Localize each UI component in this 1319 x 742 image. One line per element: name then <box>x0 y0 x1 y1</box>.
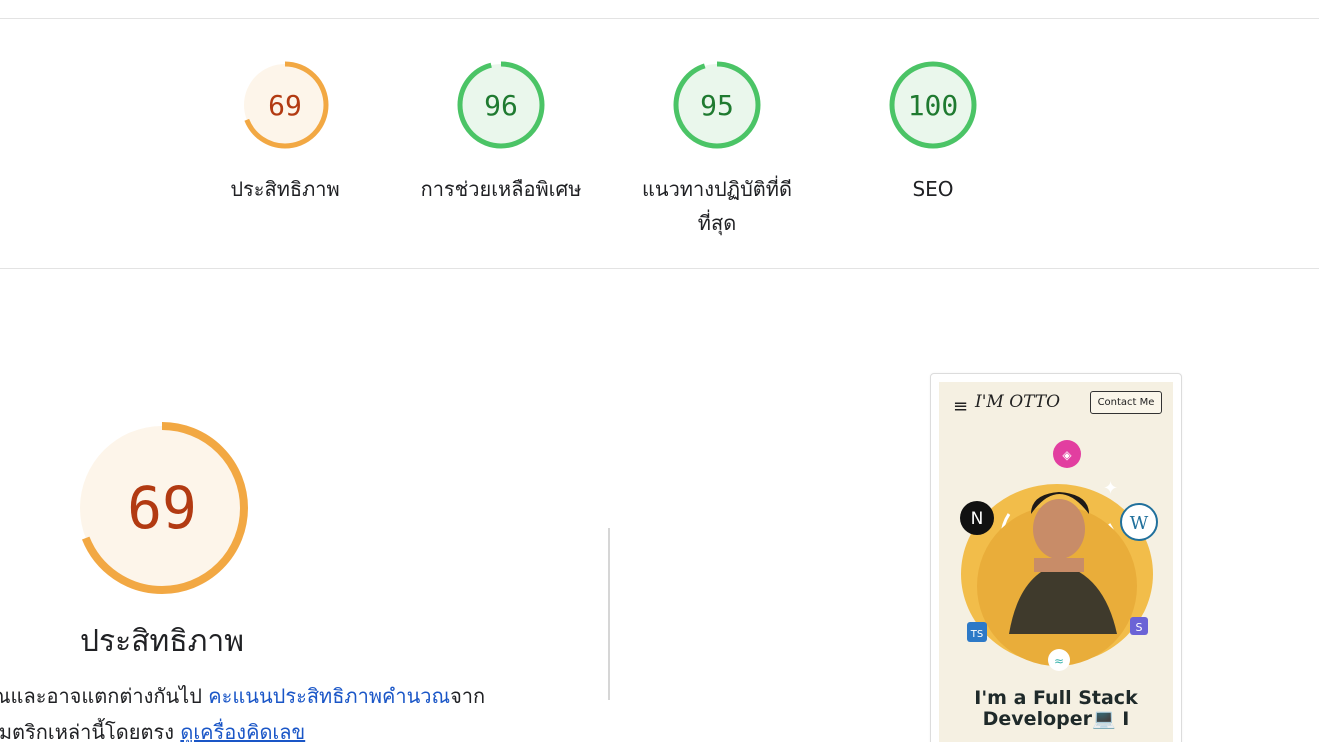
description-text: ณและอาจแตกต่างกันไป <box>0 684 209 708</box>
score-calculation-link[interactable]: คะแนนประสิทธิภาพคำนวณ <box>208 684 450 708</box>
thumbnail-content: ≡ I'M OTTO Contact Me ◈ N W ✦ TS S ≈ I'm… <box>939 382 1173 742</box>
person-neck <box>1034 558 1084 572</box>
gauge-score: 95 <box>700 88 734 122</box>
graphql-glyph: ◈ <box>1062 448 1072 462</box>
sparkle-icon: ✦ <box>1103 478 1118 499</box>
gauge-label: แนวทางปฏิบัติที่ดีที่สุด <box>642 177 792 235</box>
lighthouse-report: 69 ประสิทธิภาพ 96 การช่วยเหลือพิเศษ 95 แ… <box>0 0 1319 742</box>
page-screenshot-thumbnail[interactable]: ≡ I'M OTTO Contact Me ◈ N W ✦ TS S ≈ I'm… <box>930 373 1182 742</box>
performance-description-line-2: เมตริกเหล่านี้โดยตรง ดูเครื่องคิดเลข <box>0 716 305 742</box>
nextjs-glyph: N <box>971 509 984 529</box>
gauge-label: การช่วยเหลือพิเศษ <box>420 177 582 201</box>
gauge-label: ประสิทธิภาพ <box>230 177 340 201</box>
description-text: จาก <box>450 684 486 708</box>
hero-headline: I'm a Full Stack Developer💻 I <box>939 688 1173 730</box>
hero-headline-line-1: I'm a Full Stack <box>974 687 1138 709</box>
gauge-ring: 96 <box>456 60 546 150</box>
vertical-divider <box>608 528 610 700</box>
hero-headline-line-2: Developer💻 I <box>982 708 1130 730</box>
person-face <box>1033 499 1085 559</box>
gauge-accessibility[interactable]: 96 การช่วยเหลือพิเศษ <box>401 60 601 206</box>
wordpress-glyph: W <box>1130 513 1149 534</box>
description-text: เมตริกเหล่านี้โดยตรง <box>0 720 181 742</box>
see-calculator-link[interactable]: ดูเครื่องคิดเลข <box>180 720 305 742</box>
gauge-best-practices[interactable]: 95 แนวทางปฏิบัติที่ดีที่สุด <box>617 60 817 240</box>
gauge-score: 96 <box>484 88 518 122</box>
top-divider <box>0 18 1319 19</box>
gauge-score: 69 <box>268 88 302 122</box>
gauge-ring: 100 <box>888 60 978 150</box>
gauge-label: SEO <box>912 177 954 201</box>
performance-big-gauge: 69 <box>74 420 250 596</box>
gauge-performance[interactable]: 69 ประสิทธิภาพ <box>185 60 385 206</box>
typescript-glyph: TS <box>970 629 983 640</box>
gauge-ring: 95 <box>672 60 762 150</box>
gauge-seo[interactable]: 100 SEO <box>833 60 1033 206</box>
stripe-glyph: S <box>1136 621 1143 634</box>
contact-me-button: Contact Me <box>1090 391 1162 414</box>
hamburger-menu-icon: ≡ <box>953 396 969 417</box>
hero-illustration: ◈ N W ✦ TS S ≈ <box>960 440 1158 671</box>
site-logo: I'M OTTO <box>975 392 1061 412</box>
section-divider <box>0 268 1319 269</box>
gauge-ring: 69 <box>240 60 330 150</box>
performance-big-score: 69 <box>127 474 197 542</box>
performance-description-line-1: ณและอาจแตกต่างกันไป คะแนนประสิทธิภาพคำนว… <box>0 680 485 712</box>
tailwind-glyph: ≈ <box>1054 654 1064 668</box>
performance-title: ประสิทธิภาพ <box>79 624 245 659</box>
gauge-score: 100 <box>907 88 959 122</box>
